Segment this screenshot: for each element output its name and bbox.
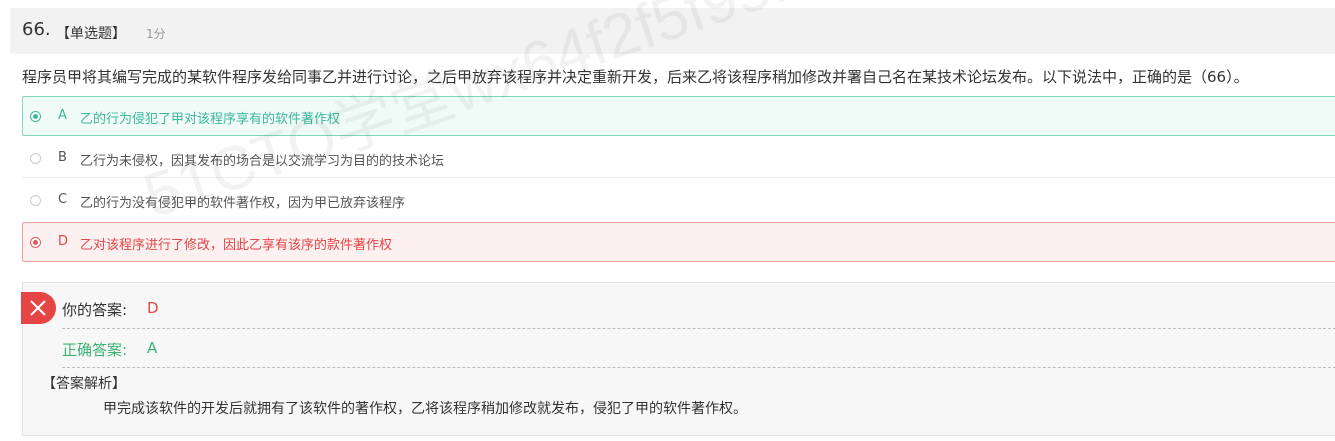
radio-d[interactable] [30,237,41,248]
close-icon [21,292,56,324]
correct-answer-value: A [147,339,158,357]
question-stem: 程序员甲将其编写完成的某软件程序发给同事乙并进行讨论，之后甲放弃该程序并决定重新… [22,68,1249,86]
explanation-title: 【答案解析】 [42,376,126,392]
option-letter: D [58,234,69,249]
option-text: 乙的行为侵犯了甲对该程序享有的软件著作权 [80,112,341,127]
question-type: 【单选题】 [56,26,126,42]
your-answer-label: 你的答案: [62,301,128,319]
divider [62,328,1335,329]
answer-panel: 你的答案: D 正确答案: A 【答案解析】 甲完成该软件的开发后就拥有了该软件… [21,282,1335,436]
radio-c[interactable] [30,195,41,206]
explanation-text: 甲完成该软件的开发后就拥有了该软件的著作权，乙将该程序稍加修改就发布，侵犯了甲的… [103,401,747,417]
option-text: 乙的行为没有侵犯甲的软件著作权，因为甲已放弃该程序 [80,196,406,211]
option-a[interactable]: A 乙的行为侵犯了甲对该程序享有的软件著作权 [22,96,1335,136]
radio-a[interactable] [30,111,41,122]
question-number: 66. [22,19,51,40]
option-b[interactable]: B 乙行为未侵权，因其发布的场合是以交流学习为目的的技术论坛 [22,138,1335,178]
your-answer-value: D [147,299,159,317]
option-text: 乙对该程序进行了修改，因此乙享有该序的款件著作权 [80,238,393,253]
divider [62,367,1335,368]
option-letter: B [58,150,67,165]
radio-b[interactable] [30,153,41,164]
option-d[interactable]: D 乙对该程序进行了修改，因此乙享有该序的款件著作权 [22,222,1335,262]
option-c[interactable]: C 乙的行为没有侵犯甲的软件著作权，因为甲已放弃该程序 [22,180,1335,220]
option-letter: C [58,192,68,207]
option-text: 乙行为未侵权，因其发布的场合是以交流学习为目的的技术论坛 [80,154,445,169]
question-header: 66. 【单选题】 1分 [10,8,1335,54]
correct-answer-label: 正确答案: [62,341,128,359]
option-letter: A [58,108,67,123]
question-score: 1分 [146,27,166,41]
